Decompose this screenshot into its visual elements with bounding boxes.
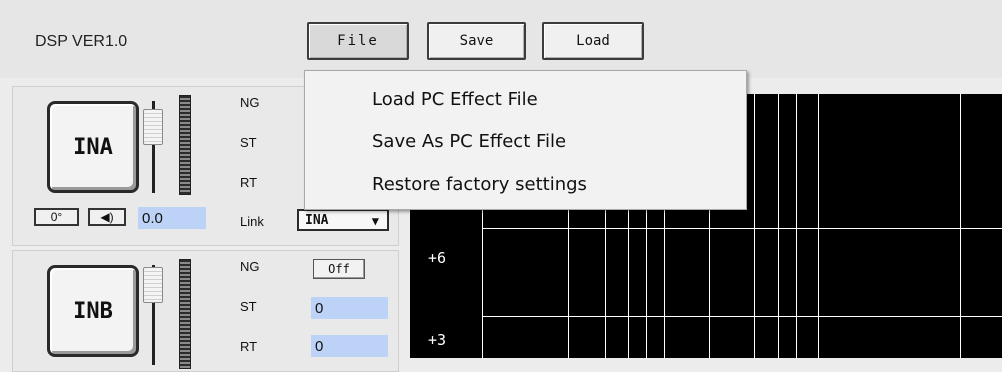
phase-button[interactable]: 0° [34,208,79,226]
channel-button-ina[interactable]: INA [47,101,139,193]
menu-item-restore-factory-settings[interactable]: Restore factory settings [372,174,587,195]
grid-line [818,94,819,358]
fader-knob-ina[interactable] [143,109,163,145]
grid-line [754,94,755,358]
y-tick-label: +6 [428,249,447,267]
level-meter-ina [179,95,191,195]
grid-line [482,316,1002,317]
chevron-down-icon: ▼ [371,214,379,228]
menu-item-load-pc-effect-file[interactable]: Load PC Effect File [372,89,538,110]
channel-button-inb[interactable]: INB [47,265,139,357]
menu-item-save-as-pc-effect-file[interactable]: Save As PC Effect File [372,131,566,152]
rt-value-field[interactable]: 0 [311,335,388,357]
grid-line [796,94,797,358]
rt-label: RT [240,175,258,190]
link-select-value: INA [305,212,329,228]
file-dropdown-menu: Load PC Effect File Save As PC Effect Fi… [304,70,747,210]
ng-toggle-button[interactable]: Off [313,259,365,279]
st-value-field[interactable]: 0 [311,297,388,319]
st-label: ST [240,299,257,314]
file-button[interactable]: File [307,22,409,60]
app-version-label: DSP VER1.0 [35,33,128,50]
link-label: Link [240,214,264,229]
ng-label: NG [240,259,260,274]
level-meter-inb [179,259,191,369]
gain-value-ina[interactable]: 0.0 [138,207,206,229]
save-button[interactable]: Save [427,22,526,60]
link-select[interactable]: INA ▼ [297,209,389,231]
grid-line [960,94,961,358]
load-button[interactable]: Load [542,22,644,60]
toolbar: DSP VER1.0 File Save Load [0,0,1002,78]
channel-strip-inb: INB NG ST RT Off 0 0 [12,250,399,372]
ng-label: NG [240,95,260,110]
st-label: ST [240,135,257,150]
rt-label: RT [240,339,258,354]
y-tick-label: +3 [428,331,447,349]
speaker-icon[interactable]: ◀) [88,208,126,226]
fader-knob-inb[interactable] [143,267,163,303]
grid-line [778,94,779,358]
grid-line [482,228,1002,229]
